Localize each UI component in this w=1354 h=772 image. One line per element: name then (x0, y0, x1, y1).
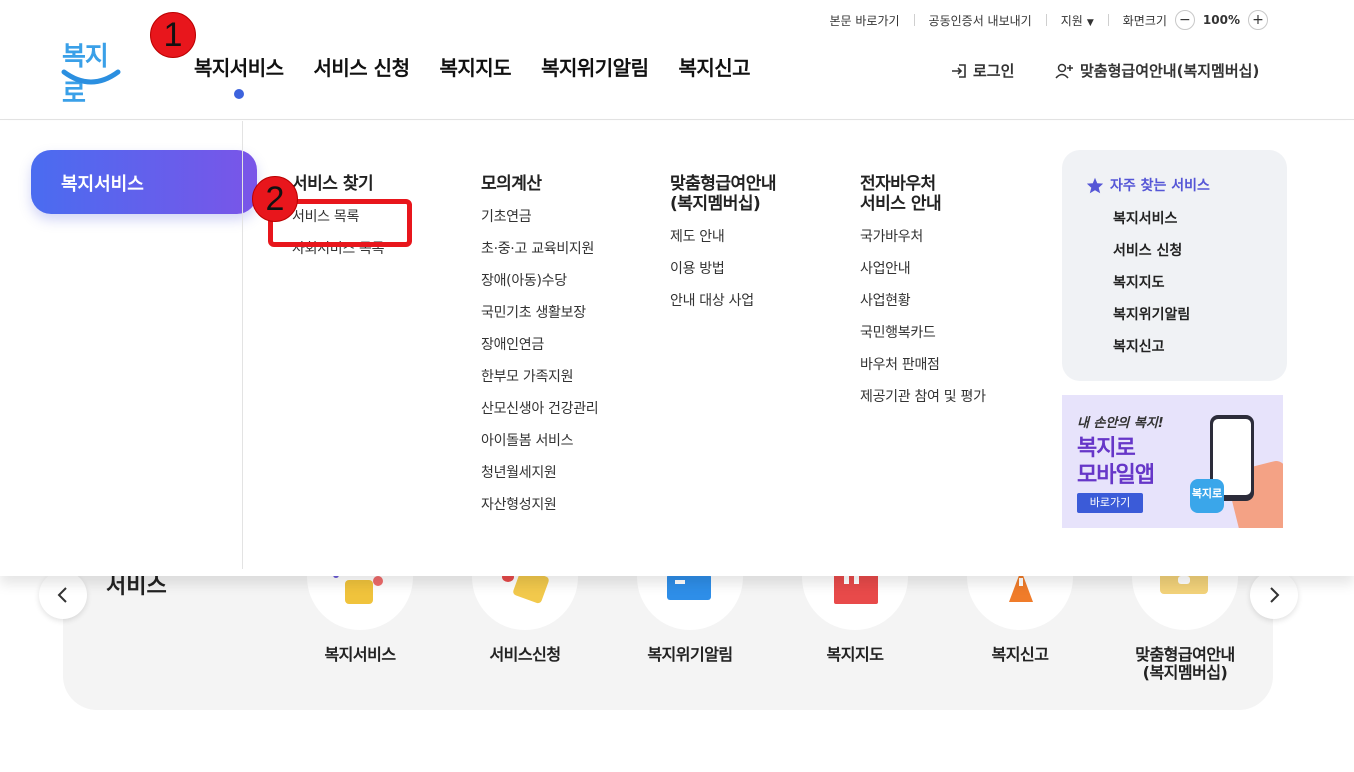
main-nav: 복지서비스 서비스 신청 복지지도 복지위기알림 복지신고 (182, 52, 780, 99)
menu-item[interactable]: 이용 방법 (670, 260, 776, 292)
service-label: 맞춤형급여안내 (복지멤버십) (1120, 646, 1250, 682)
login-label: 로그인 (973, 62, 1015, 80)
favorite-list: 복지서비스 서비스 신청 복지지도 복지위기알림 복지신고 (1113, 210, 1190, 370)
zoom-in-button[interactable]: + (1248, 10, 1268, 30)
app-logo-icon: 복지로 (1190, 479, 1224, 513)
login-icon (950, 62, 968, 80)
menu-item[interactable]: 아이돌봄 서비스 (481, 432, 598, 464)
annotation-badge-1: 1 (150, 12, 196, 58)
user-add-icon (1055, 62, 1075, 80)
service-label: 복지지도 (826, 645, 884, 664)
menu-item[interactable]: 기초연금 (481, 208, 598, 240)
nav-welfare-map[interactable]: 복지지도 (439, 52, 511, 81)
menu-item[interactable]: 제도 안내 (670, 228, 776, 260)
column-title: 전자바우처 서비스 안내 (860, 174, 986, 214)
divider (1045, 14, 1047, 26)
banner-headline-line: 모바일앱 (1077, 463, 1155, 488)
skip-to-content-link[interactable]: 본문 바로가기 (829, 12, 899, 29)
menu-item[interactable]: 사업안내 (860, 260, 986, 292)
nav-service-application[interactable]: 서비스 신청 (314, 52, 410, 81)
favorite-services-title: 자주 찾는 서비스 (1086, 175, 1210, 195)
nav-label: 복지서비스 (194, 56, 284, 80)
banner-go-button[interactable]: 바로가기 (1077, 493, 1143, 513)
menu-item[interactable]: 산모신생아 건강관리 (481, 400, 599, 432)
menu-column-mock-calculation: 모의계산 기초연금 초·중·고 교육비지원 장애(아동)수당 국민기초 생활보장… (481, 174, 599, 528)
menu-item[interactable]: 장애인연금 (481, 336, 598, 368)
nav-welfare-crisis-alert[interactable]: 복지위기알림 (541, 52, 649, 81)
utility-bar: 본문 바로가기 공동인증서 내보내기 지원 ▼ 화면크기 − 100% + (829, 10, 1276, 30)
screen-size-label: 화면크기 (1122, 13, 1167, 28)
menu-item[interactable]: 청년월세지원 (481, 464, 598, 496)
login-link[interactable]: 로그인 (950, 60, 1014, 81)
column-title: 서비스 찾기 (292, 174, 374, 194)
active-indicator (233, 89, 244, 99)
menu-list: 제도 안내 이용 방법 안내 대상 사업 (670, 228, 776, 324)
nav-welfare-services[interactable]: 복지서비스 (194, 52, 284, 99)
menu-list: 국가바우처 사업안내 사업현황 국민행복카드 바우처 판매점 제공기관 참여 및… (860, 228, 986, 420)
column-title-line: (복지멤버십) (670, 194, 761, 214)
divider (913, 14, 915, 26)
menu-item[interactable]: 국민기초 생활보장 (481, 304, 598, 336)
column-title-line: 전자바우처 (860, 174, 936, 194)
service-label: 서비스신청 (489, 645, 561, 664)
favorite-item[interactable]: 복지위기알림 (1113, 306, 1190, 338)
favorite-title-label: 자주 찾는 서비스 (1110, 178, 1210, 194)
menu-item[interactable]: 바우처 판매점 (860, 356, 986, 388)
column-title: 맞춤형급여안내 (복지멤버십) (670, 174, 776, 214)
menu-list: 기초연금 초·중·고 교육비지원 장애(아동)수당 국민기초 생활보장 장애인연… (481, 208, 599, 528)
favorite-item[interactable]: 복지서비스 (1113, 210, 1190, 242)
support-label: 지원 (1060, 13, 1083, 28)
column-title-line: 맞춤형급여안내 (670, 174, 776, 194)
favorite-item[interactable]: 서비스 신청 (1113, 242, 1190, 274)
logo-smile-icon (61, 69, 121, 85)
menu-item[interactable]: 자산형성지원 (481, 496, 598, 528)
mega-menu-category[interactable]: 복지서비스 (31, 150, 257, 214)
menu-column-membership: 맞춤형급여안내 (복지멤버십) 제도 안내 이용 방법 안내 대상 사업 (670, 174, 776, 324)
menu-column-e-voucher: 전자바우처 서비스 안내 국가바우처 사업안내 사업현황 국민행복카드 바우처 … (860, 174, 986, 420)
divider (242, 121, 243, 569)
site-logo[interactable]: 복지로 (58, 36, 124, 109)
membership-label: 맞춤형급여안내(복지멤버십) (1080, 62, 1260, 80)
column-title-line: 서비스 안내 (860, 194, 942, 214)
favorite-item[interactable]: 복지신고 (1113, 338, 1190, 370)
nav-welfare-report[interactable]: 복지신고 (678, 52, 750, 81)
favorite-item[interactable]: 복지지도 (1113, 274, 1190, 306)
menu-item[interactable]: 한부모 가족지원 (481, 368, 598, 400)
annotation-badge-2: 2 (252, 176, 298, 222)
membership-link[interactable]: 맞춤형급여안내(복지멤버십) (1055, 60, 1259, 81)
menu-item[interactable]: 장애(아동)수당 (481, 272, 598, 304)
service-label-line: (복지멤버십) (1142, 663, 1228, 682)
banner-headline: 복지로 모바일앱 (1077, 435, 1155, 489)
export-certificate-link[interactable]: 공동인증서 내보내기 (929, 12, 1032, 29)
service-label: 복지위기알림 (647, 645, 733, 664)
banner-tagline: 내 손안의 복지! (1077, 416, 1164, 431)
star-icon (1086, 177, 1104, 194)
chevron-down-icon: ▼ (1086, 17, 1094, 28)
menu-item[interactable]: 초·중·고 교육비지원 (481, 240, 598, 272)
divider (1107, 14, 1109, 26)
favorite-services-box: 자주 찾는 서비스 복지서비스 서비스 신청 복지지도 복지위기알림 복지신고 (1062, 150, 1287, 381)
service-label: 복지서비스 (324, 645, 396, 664)
chevron-left-icon (57, 587, 67, 603)
service-label: 복지신고 (991, 645, 1049, 664)
carousel-prev-button[interactable] (39, 571, 87, 619)
site-header: 복지로 본문 바로가기 공동인증서 내보내기 지원 ▼ 화면크기 − 100% +… (0, 0, 1354, 120)
zoom-level: 100% (1202, 13, 1240, 27)
menu-item[interactable]: 국가바우처 (860, 228, 986, 260)
mega-menu-panel: 복지서비스 서비스 찾기 서비스 목록 사회서비스 목록 모의계산 기초연금 초… (0, 121, 1354, 576)
chevron-right-icon (1270, 587, 1280, 603)
menu-item[interactable]: 사업현황 (860, 292, 986, 324)
column-title: 모의계산 (481, 174, 542, 194)
menu-item[interactable]: 국민행복카드 (860, 324, 986, 356)
service-label-line: 맞춤형급여안내 (1135, 645, 1235, 664)
banner-headline-line: 복지로 (1077, 436, 1136, 461)
support-dropdown[interactable]: 지원 ▼ (1061, 12, 1094, 29)
zoom-out-button[interactable]: − (1174, 10, 1195, 30)
menu-item[interactable]: 제공기관 참여 및 평가 (860, 388, 986, 420)
menu-item[interactable]: 안내 대상 사업 (670, 292, 776, 324)
carousel-next-button[interactable] (1250, 571, 1298, 619)
mobile-app-banner[interactable]: 내 손안의 복지! 복지로 모바일앱 바로가기 복지로 (1062, 395, 1283, 528)
